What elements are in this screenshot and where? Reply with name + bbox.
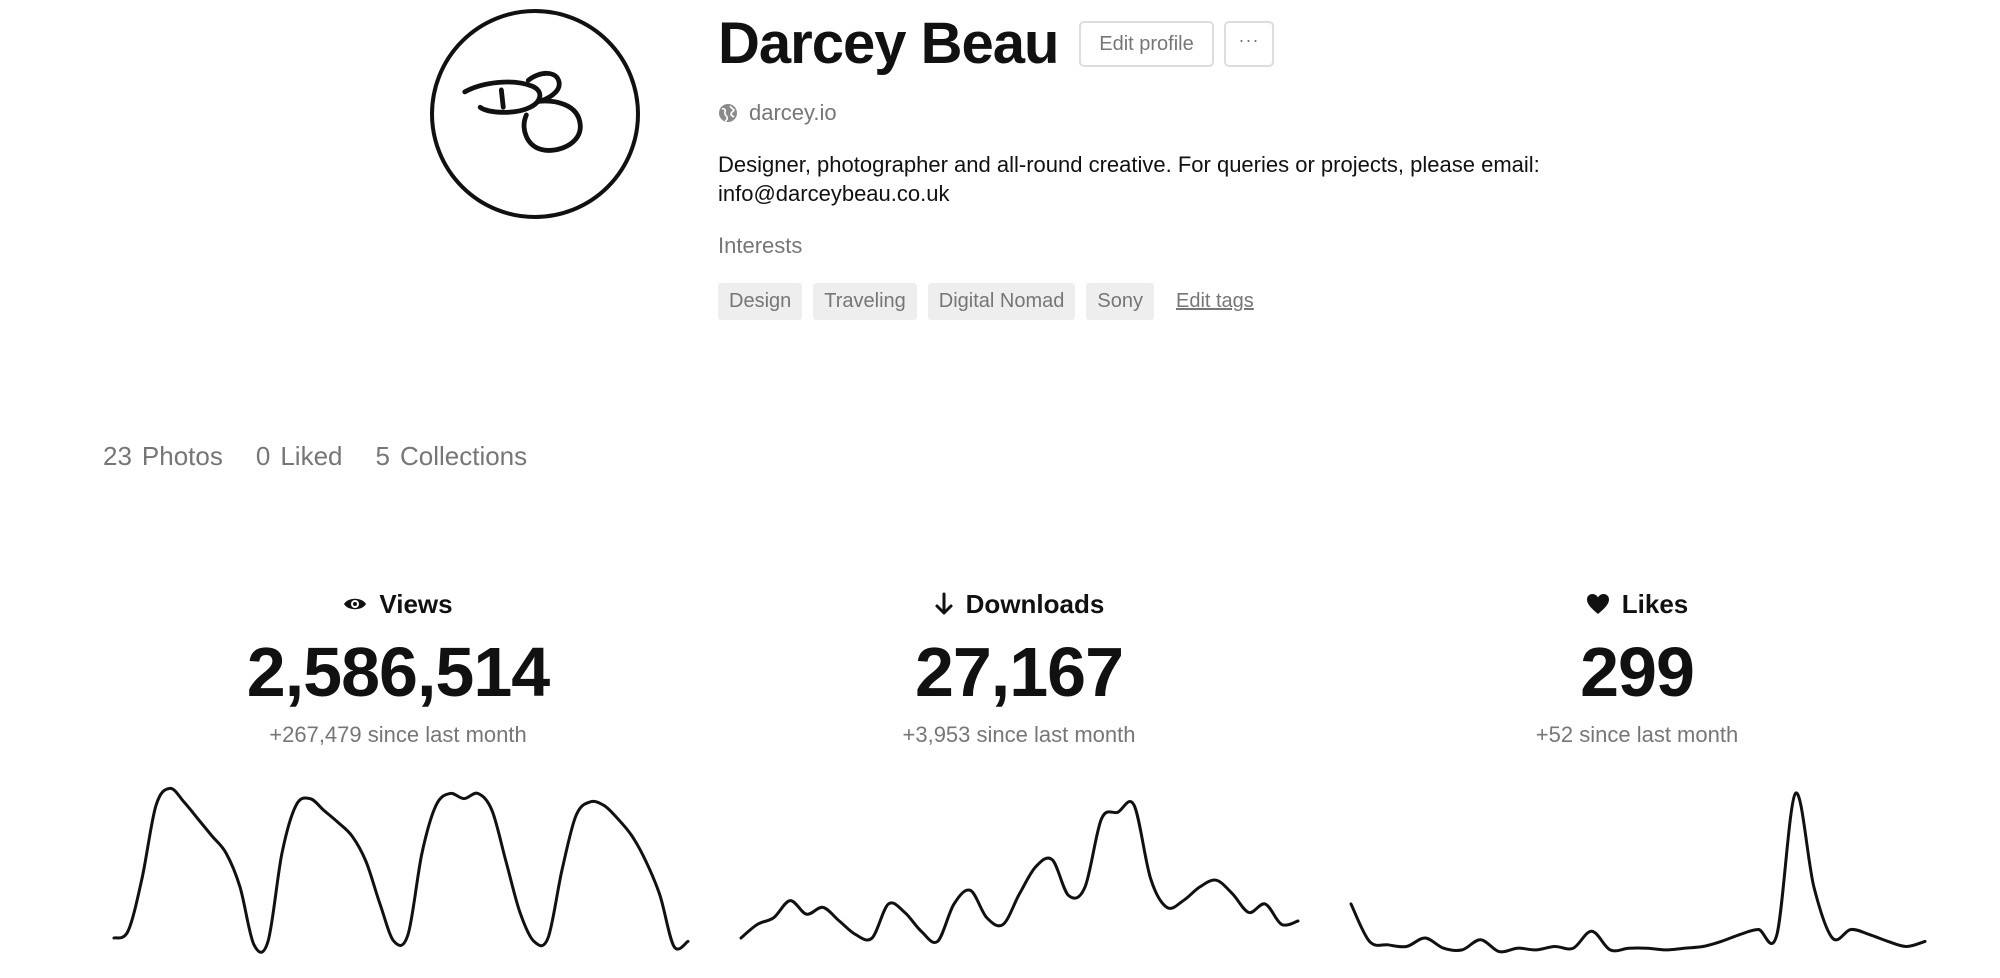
likes-delta: +52 since last month xyxy=(1535,722,1739,747)
tab-liked[interactable]: 0 Liked xyxy=(256,441,343,472)
arrow-down-icon xyxy=(935,592,953,615)
views-line xyxy=(112,786,690,954)
tag-digital-nomad[interactable]: Digital Nomad xyxy=(927,283,1076,320)
website-link[interactable]: darcey.io xyxy=(718,100,837,126)
interest-tags: Design Traveling Digital Nomad Sony Edit… xyxy=(718,283,1254,320)
tag-traveling[interactable]: Traveling xyxy=(813,283,917,320)
profile-name: Darcey Beau xyxy=(718,11,1059,76)
views-value: 2,586,514 xyxy=(246,633,550,711)
website-label: darcey.io xyxy=(749,100,837,125)
liked-count: 0 xyxy=(255,441,271,471)
downloads-value: 27,167 xyxy=(914,633,1124,711)
likes-sparkline xyxy=(1349,791,1927,954)
likes-value: 299 xyxy=(1580,633,1695,711)
monogram-logo xyxy=(462,70,583,153)
views-sparkline xyxy=(112,786,690,954)
more-options-button[interactable]: ··· xyxy=(1224,21,1274,67)
downloads-sparkline xyxy=(739,799,1300,944)
likes-stat: Likes 299 +52 since last month xyxy=(1343,586,1931,748)
tag-design[interactable]: Design xyxy=(718,283,803,320)
photos-label: Photos xyxy=(141,441,223,471)
downloads-label: Downloads xyxy=(965,588,1105,619)
heart-icon xyxy=(1586,594,1609,614)
profile-bio: Designer, photographer and all-round cre… xyxy=(718,152,1540,206)
tab-photos[interactable]: 23 Photos xyxy=(103,441,223,472)
photos-count: 23 xyxy=(103,441,132,471)
avatar xyxy=(430,9,640,219)
likes-line xyxy=(1349,791,1927,954)
views-stat: Views 2,586,514 +267,479 since last mont… xyxy=(104,586,692,748)
views-label: Views xyxy=(379,588,453,619)
eye-icon xyxy=(344,598,367,610)
tag-sony[interactable]: Sony xyxy=(1086,283,1154,320)
views-delta: +267,479 since last month xyxy=(269,722,527,747)
tab-collections[interactable]: 5 Collections xyxy=(376,441,528,472)
downloads-delta: +3,953 since last month xyxy=(902,722,1136,747)
profile-counts: 23 Photos 0 Liked 5 Collections xyxy=(103,441,560,472)
downloads-stat: Downloads 27,167 +3,953 since last month xyxy=(725,586,1313,748)
edit-profile-button[interactable]: Edit profile xyxy=(1079,21,1214,67)
likes-label: Likes xyxy=(1621,588,1689,619)
globe-icon xyxy=(719,104,737,122)
collections-count: 5 xyxy=(375,441,390,471)
edit-tags-link[interactable]: Edit tags xyxy=(1176,290,1254,313)
downloads-line xyxy=(739,799,1300,944)
liked-label: Liked xyxy=(280,441,343,471)
collections-label: Collections xyxy=(399,441,528,471)
interests-label: Interests xyxy=(718,233,803,258)
